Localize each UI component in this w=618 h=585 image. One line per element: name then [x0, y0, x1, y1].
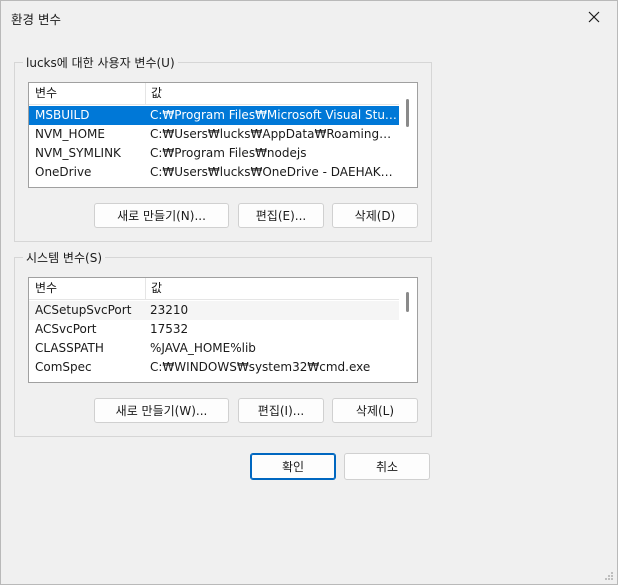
table-row[interactable]: ComSpec C:₩WINDOWS₩system32₩cmd.exe: [29, 358, 399, 377]
system-new-button[interactable]: 새로 만들기(W)...: [94, 398, 229, 423]
user-variables-header: 변수 값: [29, 83, 399, 105]
user-variables-list[interactable]: 변수 값 MSBUILD C:₩Program Files₩Microsoft …: [28, 82, 418, 188]
system-edit-button[interactable]: 편집(I)...: [238, 398, 324, 423]
dialog-title: 환경 변수: [11, 12, 61, 27]
variable-name: ACSetupSvcPort: [35, 303, 132, 317]
table-row[interactable]: ACSvcPort 17532: [29, 320, 399, 339]
table-row[interactable]: MSBUILD C:₩Program Files₩Microsoft Visua…: [29, 106, 399, 125]
system-variables-header: 변수 값: [29, 278, 399, 300]
user-edit-button[interactable]: 편집(E)...: [238, 203, 324, 228]
column-header-variable[interactable]: 변수: [29, 83, 146, 104]
column-header-value[interactable]: 값: [145, 83, 411, 104]
table-row[interactable]: ACSetupSvcPort 23210: [29, 301, 399, 320]
ok-button[interactable]: 확인: [250, 453, 336, 480]
system-delete-button[interactable]: 삭제(L): [332, 398, 418, 423]
variable-value: 23210: [150, 303, 189, 317]
user-delete-button[interactable]: 삭제(D): [332, 203, 418, 228]
system-variables-group: 시스템 변수(S) 변수 값 ACSetupSvcPort 23210 ACSv…: [14, 249, 432, 437]
user-variables-group: lucks에 대한 사용자 변수(U) 변수 값 MSBUILD C:₩Prog…: [14, 54, 432, 242]
column-header-value[interactable]: 값: [145, 278, 411, 299]
variable-value: C:₩Users₩lucks₩OneDrive - DAEHAKNAEIL: [150, 165, 399, 179]
close-button[interactable]: [571, 1, 617, 33]
user-variables-label: lucks에 대한 사용자 변수(U): [23, 54, 178, 71]
scrollbar-thumb[interactable]: [406, 292, 409, 312]
user-list-scrollbar[interactable]: [399, 83, 417, 187]
variable-value: 17532: [150, 322, 189, 336]
title-bar: 환경 변수: [1, 1, 617, 33]
variable-name: OneDrive: [35, 165, 92, 179]
variable-name: NVM_HOME: [35, 127, 105, 141]
table-row[interactable]: NVM_SYMLINK C:₩Program Files₩nodejs: [29, 144, 399, 163]
variable-value: C:₩Program Files₩Microsoft Visual Studio…: [150, 108, 399, 122]
cancel-button[interactable]: 취소: [344, 453, 430, 480]
column-header-variable[interactable]: 변수: [29, 278, 146, 299]
variable-name: MSBUILD: [35, 108, 90, 122]
variable-value: C:₩Users₩lucks₩AppData₩Roaming₩nvm: [150, 127, 399, 141]
variable-name: ComSpec: [35, 360, 92, 374]
variable-name: CLASSPATH: [35, 341, 104, 355]
variable-name: NVM_SYMLINK: [35, 146, 121, 160]
system-variables-list[interactable]: 변수 값 ACSetupSvcPort 23210 ACSvcPort 1753…: [28, 277, 418, 383]
resize-grip-icon[interactable]: [604, 571, 614, 581]
variable-value: %JAVA_HOME%lib: [150, 341, 256, 355]
variable-value: C:₩WINDOWS₩system32₩cmd.exe: [150, 360, 371, 374]
variable-name: ACSvcPort: [35, 322, 97, 336]
user-new-button[interactable]: 새로 만들기(N)...: [94, 203, 229, 228]
table-row[interactable]: OneDrive C:₩Users₩lucks₩OneDrive - DAEHA…: [29, 163, 399, 182]
scrollbar-thumb[interactable]: [406, 99, 409, 127]
table-row[interactable]: NVM_HOME C:₩Users₩lucks₩AppData₩Roaming₩…: [29, 125, 399, 144]
environment-variables-dialog: 환경 변수 lucks에 대한 사용자 변수(U) 변수 값 MSBUILD C…: [0, 0, 618, 585]
system-variables-label: 시스템 변수(S): [23, 249, 105, 266]
table-row[interactable]: CLASSPATH %JAVA_HOME%lib: [29, 339, 399, 358]
close-icon: [588, 11, 600, 23]
variable-value: C:₩Program Files₩nodejs: [150, 146, 307, 160]
system-list-scrollbar[interactable]: [399, 278, 417, 382]
